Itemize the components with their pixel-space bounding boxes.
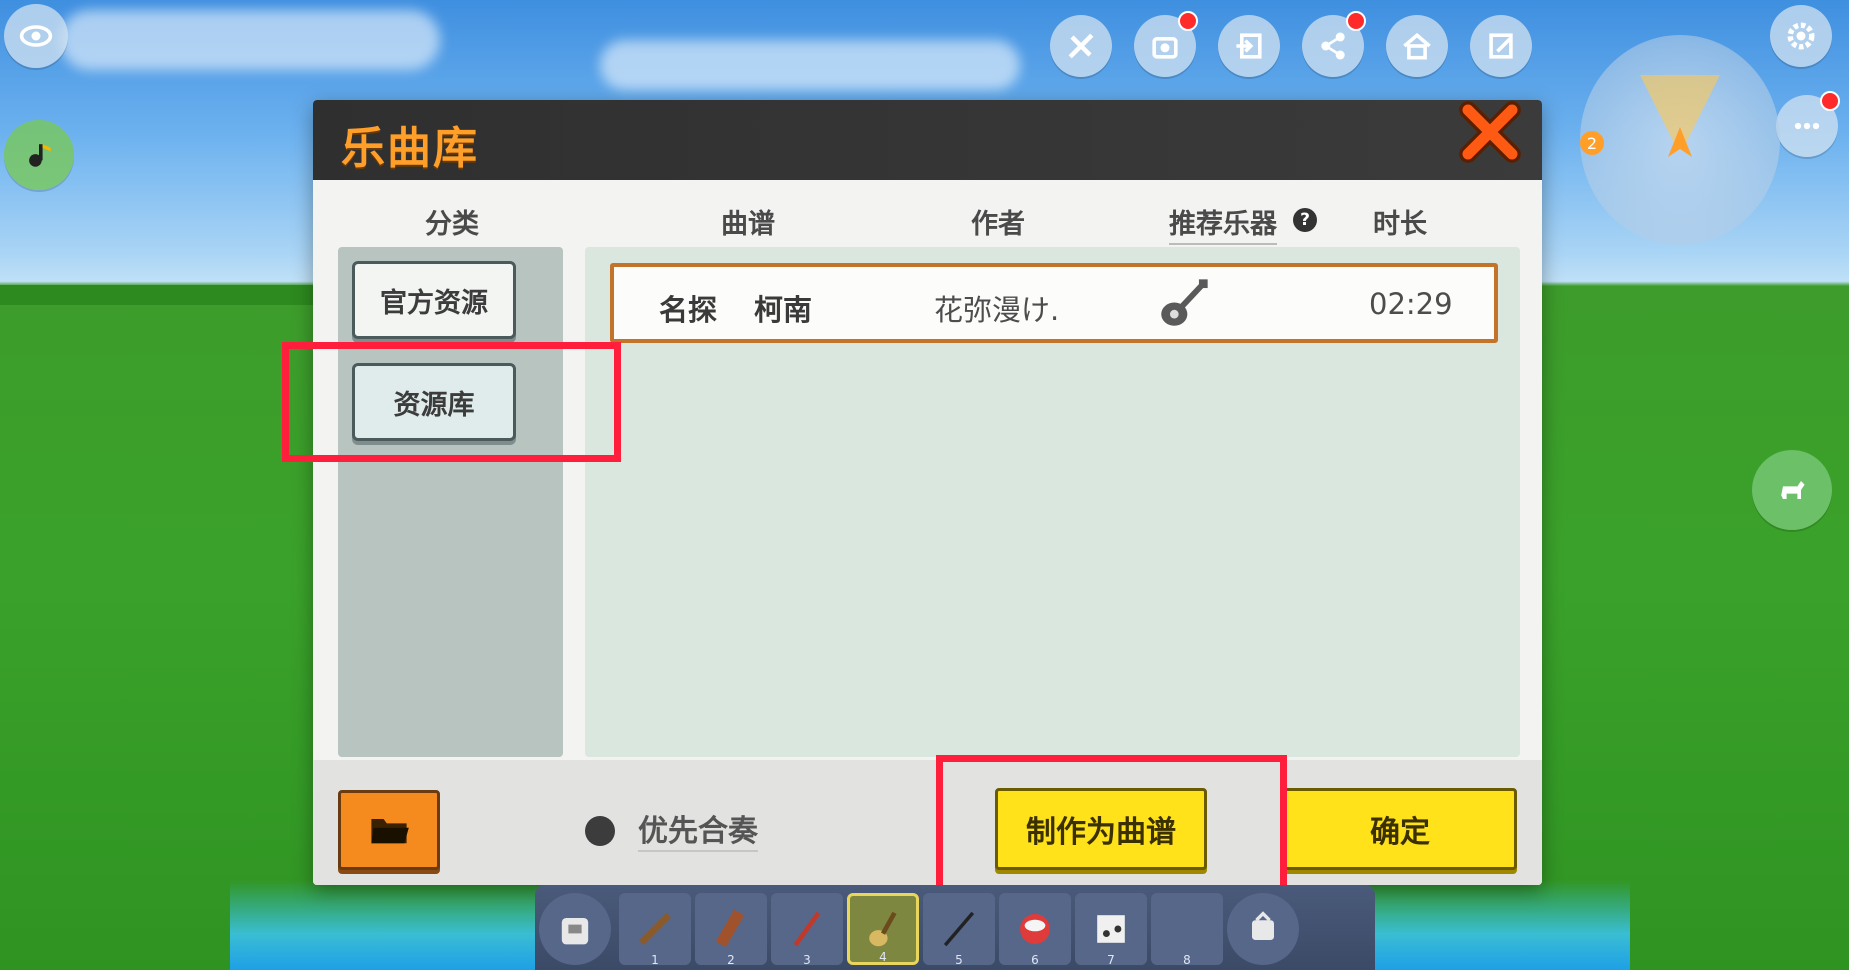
sky-cloud bbox=[60, 10, 440, 70]
column-instrument: 推荐乐器 bbox=[1169, 202, 1277, 245]
edit-button[interactable] bbox=[1470, 15, 1532, 77]
column-score: 曲谱 bbox=[721, 209, 775, 240]
eye-icon bbox=[19, 25, 53, 47]
instrument-icon bbox=[793, 911, 821, 947]
exit-button[interactable] bbox=[1218, 15, 1280, 77]
slot-number: 1 bbox=[651, 953, 659, 967]
column-author: 作者 bbox=[971, 209, 1025, 240]
backpack-icon bbox=[561, 918, 589, 945]
dialog-footer: 优先合奏 制作为曲谱 确定 bbox=[313, 760, 1542, 885]
hotbar: 1 2 3 4 5 6 7 8 bbox=[535, 885, 1375, 970]
slot-number: 3 bbox=[803, 953, 811, 967]
priority-ensemble-radio[interactable] bbox=[585, 816, 615, 846]
priority-ensemble-label[interactable]: 优先合奏 bbox=[638, 806, 758, 852]
slot-number: 8 bbox=[1183, 953, 1191, 967]
category-sidebar: 官方资源 资源库 bbox=[338, 247, 563, 757]
minimap-marker: 2 bbox=[1587, 134, 1597, 153]
notification-dot bbox=[1820, 91, 1840, 111]
folder-icon bbox=[371, 819, 409, 844]
slot-number: 6 bbox=[1031, 953, 1039, 967]
music-note-icon bbox=[29, 144, 51, 167]
slot-number: 2 bbox=[727, 953, 735, 967]
edit-icon bbox=[1489, 33, 1513, 59]
hotbar-slot-selected[interactable]: 4 bbox=[847, 893, 919, 965]
column-category: 分类 bbox=[425, 209, 479, 240]
category-official-button[interactable]: 官方资源 bbox=[352, 261, 516, 339]
camera-icon bbox=[1152, 37, 1178, 59]
music-avatar-button[interactable] bbox=[4, 120, 74, 190]
song-author: 花弥漫け. bbox=[934, 293, 1060, 327]
hotbar-slot[interactable]: 8 bbox=[1151, 893, 1223, 967]
drum-icon bbox=[1020, 914, 1050, 944]
song-title-part1: 名探 bbox=[659, 293, 718, 327]
backpack-slot[interactable] bbox=[539, 893, 611, 965]
help-icon[interactable]: ? bbox=[1293, 208, 1317, 232]
slot-number: 5 bbox=[955, 953, 963, 967]
column-headers: 分类 曲谱 作者 推荐乐器 ? 时长 bbox=[313, 180, 1542, 248]
home-button[interactable] bbox=[1386, 15, 1448, 77]
minimap[interactable]: 2 bbox=[1580, 35, 1780, 245]
exit-icon bbox=[1236, 33, 1262, 59]
highlight-make-score bbox=[936, 755, 1287, 895]
guitar-icon bbox=[1161, 279, 1208, 326]
settings-icon bbox=[1787, 22, 1815, 50]
column-duration: 时长 bbox=[1373, 209, 1427, 240]
notification-dot bbox=[1178, 11, 1198, 31]
hotbar-slot[interactable]: 7 bbox=[1075, 893, 1147, 967]
instrument-icon bbox=[943, 911, 975, 947]
hotbar-slot[interactable]: 5 bbox=[923, 893, 995, 967]
song-list: 名探 柯南 花弥漫け. 02:29 bbox=[585, 247, 1520, 757]
eye-button[interactable] bbox=[4, 4, 68, 68]
music-sheet-icon bbox=[1097, 915, 1125, 943]
music-library-dialog: 乐曲库 分类 曲谱 作者 推荐乐器 ? 时长 官方资源 资源库 名探 柯南 花弥… bbox=[313, 100, 1542, 885]
song-row[interactable]: 名探 柯南 花弥漫け. 02:29 bbox=[610, 263, 1498, 343]
close-button[interactable] bbox=[1452, 94, 1528, 170]
tools-button[interactable] bbox=[1050, 15, 1112, 77]
dog-icon bbox=[1781, 481, 1805, 499]
compass-arrow-icon: 2 bbox=[1580, 75, 1720, 157]
craft-slot[interactable] bbox=[1227, 893, 1299, 965]
craft-icon bbox=[1252, 911, 1274, 940]
camera-button[interactable] bbox=[1134, 11, 1198, 77]
share-icon bbox=[1321, 32, 1345, 60]
slot-number: 4 bbox=[879, 950, 887, 964]
tools-icon bbox=[1068, 33, 1094, 59]
dialog-title: 乐曲库 bbox=[341, 123, 479, 174]
grass-wall bbox=[0, 285, 330, 305]
more-icon bbox=[1794, 122, 1820, 130]
instrument-icon bbox=[715, 909, 745, 948]
hotbar-slot[interactable]: 6 bbox=[999, 893, 1071, 967]
home-icon bbox=[1403, 32, 1431, 60]
close-x-icon bbox=[1459, 101, 1521, 163]
song-title-part2: 柯南 bbox=[754, 293, 813, 327]
highlight-library bbox=[282, 342, 621, 462]
notification-dot bbox=[1346, 11, 1366, 31]
folder-button[interactable] bbox=[338, 790, 440, 870]
share-button[interactable] bbox=[1302, 11, 1366, 77]
more-button[interactable] bbox=[1776, 91, 1840, 157]
instrument-icon bbox=[638, 912, 672, 946]
song-duration: 02:29 bbox=[1369, 287, 1453, 321]
dialog-header: 乐曲库 bbox=[313, 100, 1542, 180]
hotbar-slot[interactable]: 3 bbox=[771, 893, 843, 967]
confirm-button[interactable]: 确定 bbox=[1283, 788, 1517, 870]
guitar-icon bbox=[869, 911, 897, 947]
pet-button[interactable] bbox=[1752, 450, 1832, 530]
hotbar-slot[interactable]: 2 bbox=[695, 893, 767, 967]
sky-cloud bbox=[600, 40, 1020, 90]
slot-number: 7 bbox=[1107, 953, 1115, 967]
hotbar-slot[interactable]: 1 bbox=[619, 893, 691, 967]
